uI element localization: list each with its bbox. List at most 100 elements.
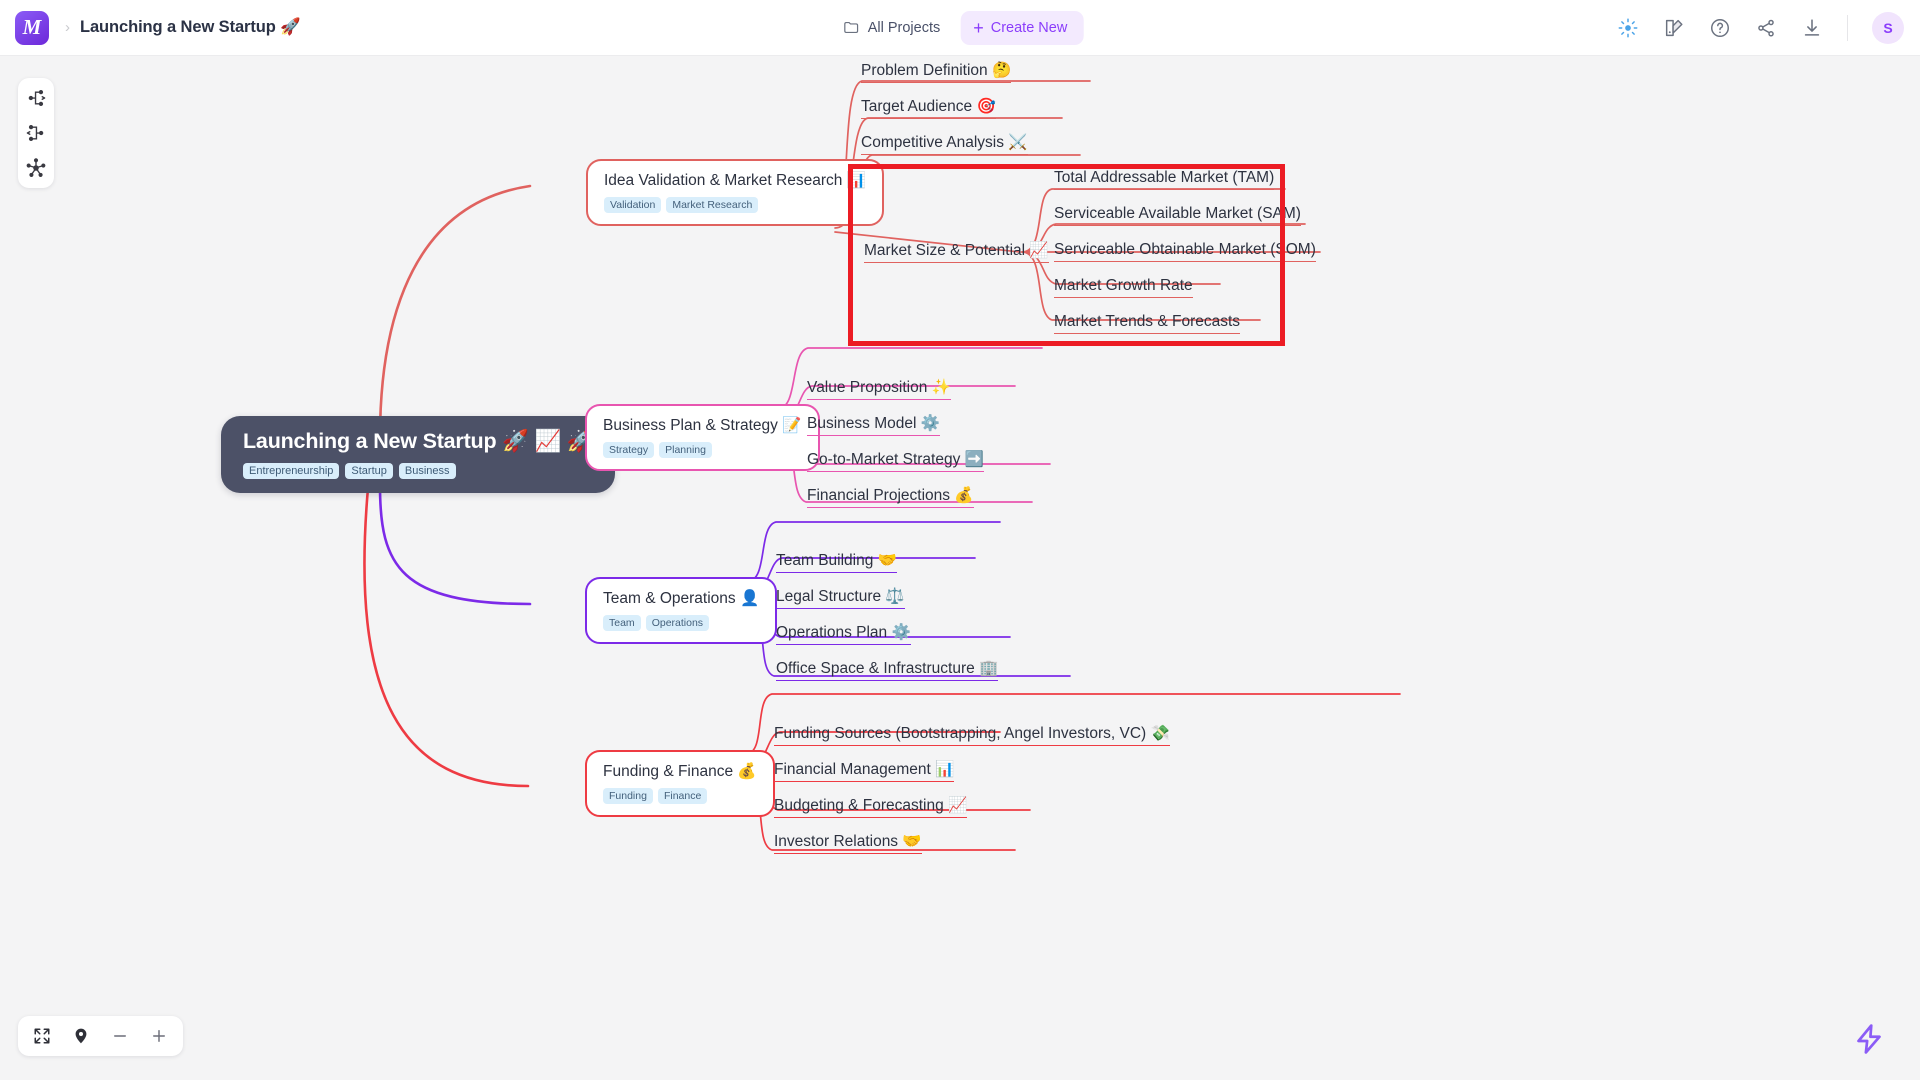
- lightning-bolt-icon[interactable]: [1852, 1022, 1886, 1056]
- tag[interactable]: Team: [603, 615, 641, 631]
- branch-tags: Validation Market Research: [604, 197, 866, 213]
- leaf-value-proposition[interactable]: Value Proposition ✨: [807, 378, 951, 400]
- help-circle-icon[interactable]: [1709, 17, 1731, 39]
- header-center-group: All Projects + Create New: [837, 10, 1084, 45]
- leaf-label: Business Model ⚙️: [807, 415, 941, 432]
- leaf-label: Budgeting & Forecasting 📈: [774, 797, 968, 814]
- leaf-label: Market Growth Rate: [1054, 277, 1193, 294]
- mindmap-app: M › Launching a New Startup 🚀 All Projec…: [0, 0, 1920, 1080]
- logo-letter: M: [22, 15, 42, 39]
- top-bar: M › Launching a New Startup 🚀 All Projec…: [0, 0, 1920, 56]
- app-logo[interactable]: M: [15, 10, 49, 45]
- leaf-label: Problem Definition 🤔: [861, 62, 1012, 79]
- tag[interactable]: Strategy: [603, 442, 655, 458]
- leaf-financial-management[interactable]: Financial Management 📊: [774, 760, 955, 782]
- leaf-label: Investor Relations 🤝: [774, 833, 922, 850]
- layout-radial-icon[interactable]: [25, 157, 47, 179]
- branch-title: Team & Operations 👤: [603, 590, 760, 607]
- tag[interactable]: Market Research: [666, 197, 759, 213]
- leaf-label: Go-to-Market Strategy ➡️: [807, 451, 984, 468]
- branch-node-business-plan[interactable]: Business Plan & Strategy 📝 Strategy Plan…: [585, 404, 820, 471]
- share-icon[interactable]: [1755, 17, 1777, 39]
- connector-links: [363, 80, 1401, 851]
- create-new-label: Create New: [990, 19, 1068, 36]
- tag[interactable]: Finance: [657, 788, 708, 804]
- branch-tags: Strategy Planning: [603, 442, 802, 458]
- header-right-group: S: [1617, 11, 1904, 44]
- ai-sparkle-icon[interactable]: [1617, 17, 1639, 39]
- leaf-label: Market Trends & Forecasts: [1054, 313, 1241, 330]
- branch-node-team-operations[interactable]: Team & Operations 👤 Team Operations: [585, 577, 778, 644]
- tag[interactable]: Planning: [659, 442, 712, 458]
- leaf-competitive-analysis[interactable]: Competitive Analysis ⚔️: [861, 133, 1028, 155]
- download-icon[interactable]: [1801, 17, 1823, 39]
- layout-right-tree-icon[interactable]: [25, 87, 47, 109]
- theme-palette-icon[interactable]: [1663, 17, 1685, 39]
- leaf-problem-definition[interactable]: Problem Definition 🤔: [861, 61, 1012, 83]
- zoom-in-icon[interactable]: [150, 1027, 168, 1045]
- tag[interactable]: Funding: [603, 788, 653, 804]
- branch-title: Idea Validation & Market Research 📊: [604, 172, 866, 189]
- tag[interactable]: Startup: [345, 463, 393, 479]
- branch-title: Funding & Finance 💰: [603, 763, 757, 780]
- avatar[interactable]: S: [1872, 11, 1904, 44]
- zoom-controls: [18, 1016, 183, 1056]
- leaf-label: Office Space & Infrastructure 🏢: [776, 660, 999, 677]
- layout-toolbar: [18, 78, 54, 188]
- leaf-market-trends-forecasts[interactable]: Market Trends & Forecasts: [1054, 313, 1241, 334]
- leaf-label: Market Size & Potential 📈: [864, 242, 1049, 259]
- plus-icon: +: [973, 17, 984, 38]
- leaf-som[interactable]: Serviceable Obtainable Market (SOM): [1054, 241, 1316, 262]
- leaf-label: Financial Management 📊: [774, 761, 955, 778]
- layout-left-tree-icon[interactable]: [25, 122, 47, 144]
- leaf-label: Value Proposition ✨: [807, 379, 951, 396]
- branch-node-funding-finance[interactable]: Funding & Finance 💰 Funding Finance: [585, 750, 775, 817]
- avatar-initial: S: [1883, 19, 1893, 36]
- tag[interactable]: Validation: [604, 197, 662, 213]
- center-pin-icon[interactable]: [72, 1027, 90, 1045]
- folder-icon: [844, 21, 859, 34]
- leaf-financial-projections[interactable]: Financial Projections 💰: [807, 486, 974, 508]
- leaf-operations-plan[interactable]: Operations Plan ⚙️: [776, 623, 911, 645]
- leaf-label: Serviceable Obtainable Market (SOM): [1054, 241, 1316, 258]
- leaf-market-growth-rate[interactable]: Market Growth Rate: [1054, 277, 1193, 298]
- leaf-investor-relations[interactable]: Investor Relations 🤝: [774, 832, 922, 854]
- all-projects-label: All Projects: [867, 19, 941, 36]
- leaf-label: Financial Projections 💰: [807, 487, 974, 504]
- tag[interactable]: Entrepreneurship: [243, 463, 340, 479]
- all-projects-button[interactable]: All Projects: [837, 13, 947, 42]
- fit-screen-icon[interactable]: [33, 1027, 51, 1045]
- leaf-target-audience[interactable]: Target Audience 🎯: [861, 97, 996, 119]
- leaf-label: Team Building 🤝: [776, 552, 897, 569]
- leaf-label: Total Addressable Market (TAM): [1054, 169, 1275, 186]
- root-node-tags: Entrepreneurship Startup Business: [243, 463, 593, 479]
- leaf-label: Funding Sources (Bootstrapping, Angel In…: [774, 725, 1170, 742]
- leaf-budgeting-forecasting[interactable]: Budgeting & Forecasting 📈: [774, 796, 968, 818]
- tag[interactable]: Business: [398, 463, 456, 479]
- breadcrumb-separator: ›: [65, 19, 70, 36]
- mindmap-canvas[interactable]: Launching a New Startup 🚀 📈 🚀 Entreprene…: [0, 56, 1920, 1080]
- root-node-title: Launching a New Startup 🚀 📈 🚀: [243, 429, 594, 453]
- tag[interactable]: Operations: [645, 615, 710, 631]
- leaf-sam[interactable]: Serviceable Available Market (SAM): [1054, 205, 1301, 226]
- leaf-tam[interactable]: Total Addressable Market (TAM): [1054, 169, 1275, 190]
- leaf-label: Operations Plan ⚙️: [776, 624, 911, 641]
- leaf-label: Target Audience 🎯: [861, 98, 996, 115]
- leaf-go-to-market-strategy[interactable]: Go-to-Market Strategy ➡️: [807, 450, 984, 472]
- branch-tags: Team Operations: [603, 615, 759, 631]
- create-new-button[interactable]: + Create New: [960, 10, 1084, 45]
- leaf-team-building[interactable]: Team Building 🤝: [776, 551, 897, 573]
- branch-node-idea-validation[interactable]: Idea Validation & Market Research 📊 Vali…: [586, 159, 884, 226]
- leaf-label: Serviceable Available Market (SAM): [1054, 205, 1301, 222]
- leaf-market-size-potential[interactable]: Market Size & Potential 📈: [864, 241, 1049, 263]
- leaf-business-model[interactable]: Business Model ⚙️: [807, 414, 941, 436]
- header-divider: [1847, 14, 1848, 41]
- root-node[interactable]: Launching a New Startup 🚀 📈 🚀 Entreprene…: [221, 416, 616, 493]
- leaf-legal-structure[interactable]: Legal Structure ⚖️: [776, 587, 905, 609]
- branch-tags: Funding Finance: [603, 788, 757, 804]
- zoom-out-icon[interactable]: [111, 1027, 129, 1045]
- leaf-office-space-infrastructure[interactable]: Office Space & Infrastructure 🏢: [776, 659, 999, 681]
- leaf-label: Competitive Analysis ⚔️: [861, 134, 1028, 151]
- leaf-funding-sources[interactable]: Funding Sources (Bootstrapping, Angel In…: [774, 724, 1170, 746]
- document-title[interactable]: Launching a New Startup 🚀: [80, 18, 301, 37]
